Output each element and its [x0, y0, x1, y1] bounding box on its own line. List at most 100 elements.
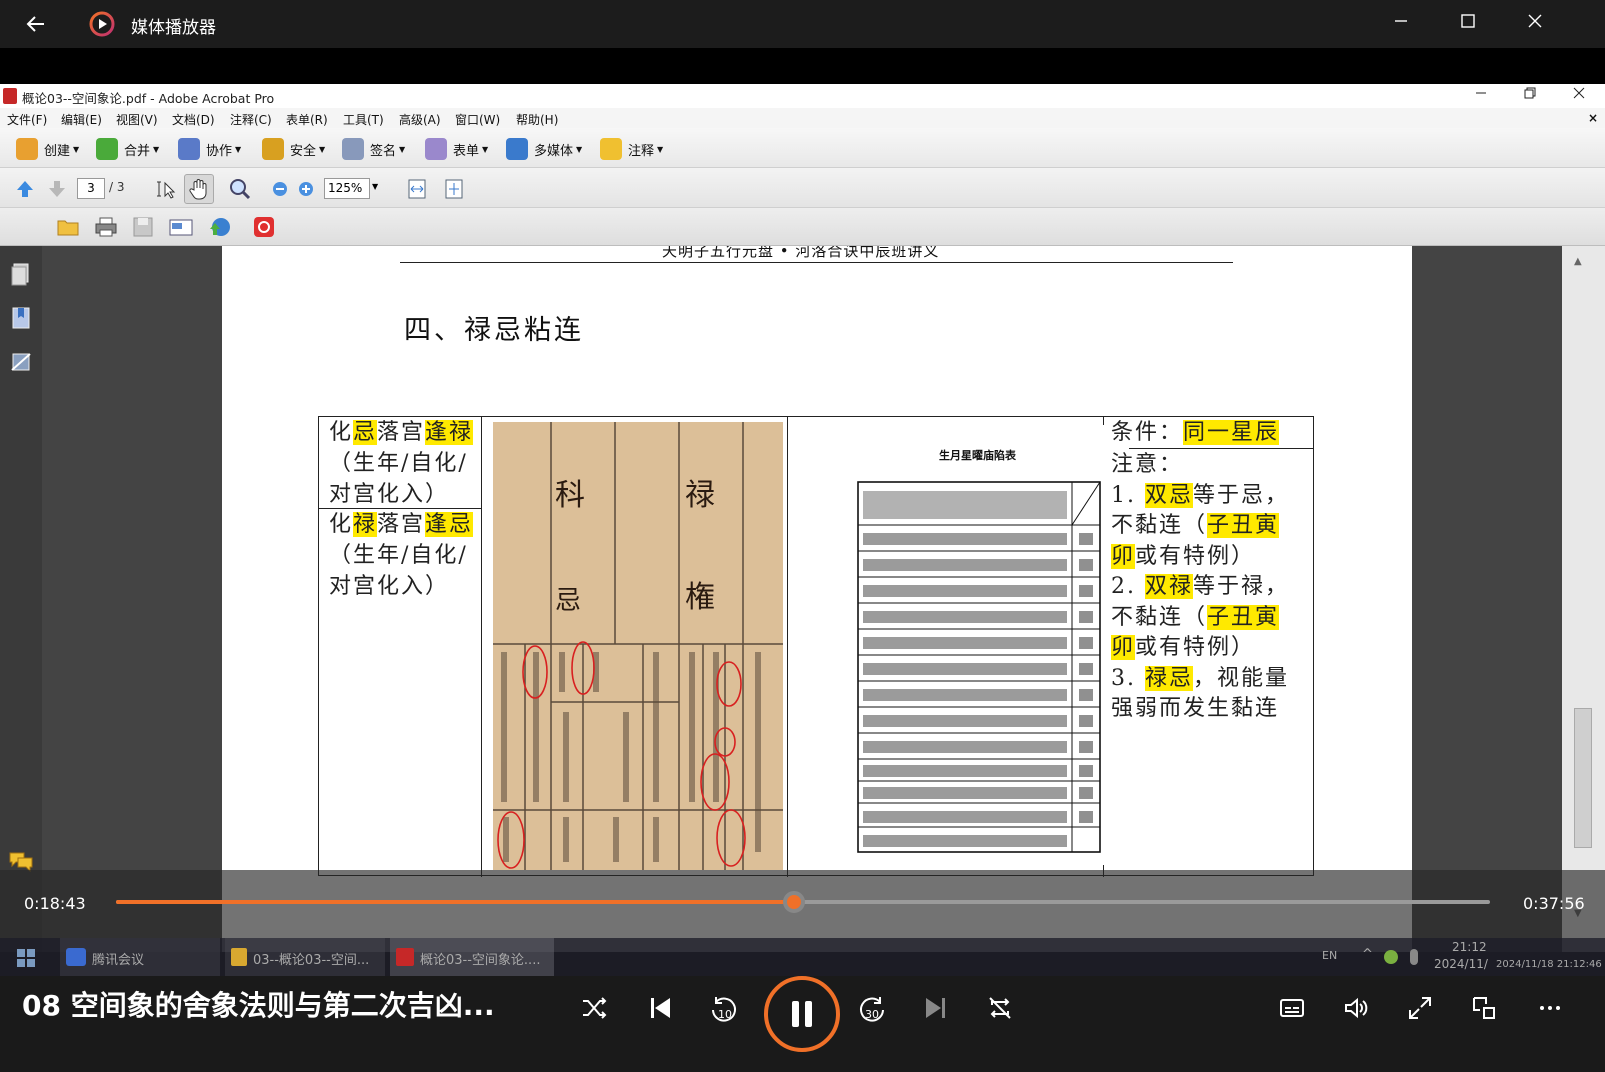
zoom-out-icon[interactable]	[272, 181, 288, 197]
fit-width-icon[interactable]	[407, 178, 427, 200]
create-button[interactable]: 创建 ▼	[16, 138, 79, 160]
save-icon[interactable]	[132, 216, 154, 238]
forms-button[interactable]: 表单 ▼	[425, 138, 488, 160]
taskbar-date: 2024/11/	[1434, 957, 1488, 971]
close-icon	[1573, 87, 1585, 99]
maximize-button[interactable]	[1451, 8, 1485, 40]
navigation-panel	[0, 246, 42, 952]
hand-icon	[189, 179, 207, 200]
tray-app-icon	[1384, 950, 1398, 964]
taskbar-item-folder: 03--概论03--空间...	[225, 938, 385, 976]
player-logo-icon	[89, 11, 115, 37]
combine-icon	[96, 138, 118, 160]
header-rule	[400, 262, 1233, 263]
player-controls: 0:18:43 0:37:56 腾讯会议 03--概论03--空间... 概论0…	[0, 870, 1605, 1072]
acrobat-window-title: 概论03--空间象论.pdf - Adobe Acrobat Pro	[22, 91, 275, 106]
scroll-up-icon[interactable]: ▲	[1574, 256, 1582, 267]
volume-icon	[1345, 997, 1368, 1019]
menu-edit[interactable]: 编辑(E)	[61, 111, 102, 128]
acrobat-restore-button[interactable]	[1520, 86, 1540, 106]
seek-bar[interactable]	[116, 891, 1490, 913]
minimize-icon	[1476, 92, 1486, 94]
fit-page-icon[interactable]	[444, 178, 464, 200]
more-options-button[interactable]	[1530, 994, 1570, 1034]
print-icon[interactable]	[94, 216, 118, 238]
zoom-dropdown-icon[interactable]: ▼	[372, 182, 378, 191]
svg-text:30: 30	[865, 1008, 879, 1021]
menu-tools[interactable]: 工具(T)	[343, 111, 384, 128]
cell-lu-meets-ji: 化禄落宫逢忌 （生年/自化/对宫化入）	[329, 512, 474, 599]
back-button[interactable]	[22, 10, 50, 38]
multimedia-button[interactable]: 多媒体 ▼	[506, 138, 582, 160]
combine-button[interactable]: 合并 ▼	[96, 138, 159, 160]
lock-icon	[262, 138, 284, 160]
menu-comment[interactable]: 注释(C)	[230, 111, 272, 128]
acrobat-close-button[interactable]	[1569, 86, 1589, 106]
navigation-toolbar: 3 / 3 125% ▼	[0, 168, 1605, 208]
skip-previous-icon	[651, 998, 670, 1018]
open-folder-icon[interactable]	[56, 216, 80, 238]
repeat-off-button[interactable]	[980, 994, 1020, 1034]
acrobat-menu-bar: 文件(F) 编辑(E) 视图(V) 文档(D) 注释(C) 表单(R) 工具(T…	[0, 108, 1605, 128]
cell-condition: 条件：同一星辰	[1111, 420, 1280, 445]
table2-grid	[857, 481, 1101, 853]
upload-globe-icon[interactable]	[206, 215, 232, 239]
bookmarks-panel-icon[interactable]	[10, 306, 32, 330]
share-app-icon[interactable]	[252, 215, 276, 239]
task-toolbar: 创建 ▼ 合并 ▼ 协作 ▼ 安全 ▼ 签名 ▼ 表单 ▼ 多媒体 ▼ 注释 ▼	[0, 128, 1605, 168]
acrobat-minimize-button[interactable]	[1471, 86, 1491, 106]
hand-tool-button[interactable]	[184, 174, 214, 204]
menu-document[interactable]: 文档(D)	[172, 111, 215, 128]
menu-view[interactable]: 视图(V)	[116, 111, 158, 128]
language-indicator: EN	[1322, 949, 1338, 962]
scan-label-ji: 忌	[555, 586, 582, 616]
menu-help[interactable]: 帮助(H)	[516, 111, 558, 128]
folder-icon	[231, 948, 247, 966]
volume-button[interactable]	[1336, 994, 1376, 1034]
previous-page-icon[interactable]	[14, 178, 36, 200]
collaborate-button[interactable]: 协作 ▼	[178, 138, 241, 160]
menu-forms[interactable]: 表单(R)	[286, 111, 328, 128]
minimize-button[interactable]	[1384, 8, 1418, 40]
next-page-icon[interactable]	[46, 178, 68, 200]
menu-advanced[interactable]: 高级(A)	[399, 111, 441, 128]
arrow-left-icon	[26, 16, 44, 32]
zoom-in-icon[interactable]	[298, 181, 314, 197]
comments-panel-icon[interactable]	[8, 850, 34, 872]
repeat-off-icon	[989, 997, 1011, 1019]
app-title: 媒体播放器	[131, 18, 216, 38]
close-document-icon[interactable]: ×	[1588, 111, 1598, 125]
content-table: 化忌落宫逢禄 （生年/自化/对宫化入） 化禄落宫逢忌 （生年/自化/对宫化入）	[318, 416, 1314, 877]
forward-30-button[interactable]: 30	[852, 994, 892, 1034]
fullscreen-button[interactable]	[1400, 994, 1440, 1034]
close-button[interactable]	[1518, 8, 1552, 40]
subtitles-icon	[1280, 999, 1304, 1017]
sign-button[interactable]: 签名 ▼	[342, 138, 405, 160]
pages-panel-icon[interactable]	[10, 262, 32, 286]
comment-button[interactable]: 注释 ▼	[600, 138, 663, 160]
page-number-input[interactable]: 3	[77, 178, 105, 199]
zoom-level-input[interactable]: 125%	[324, 178, 370, 199]
next-track-button[interactable]	[916, 994, 956, 1034]
shuffle-button[interactable]	[574, 994, 614, 1034]
pen-icon	[342, 138, 364, 160]
zoom-tool-icon[interactable]	[228, 177, 252, 201]
vertical-scrollbar[interactable]: ▲ ▼	[1562, 246, 1605, 952]
minimize-icon	[1395, 20, 1407, 22]
email-icon[interactable]	[168, 216, 194, 238]
signatures-panel-icon[interactable]	[10, 350, 32, 374]
seek-bar-thumb[interactable]	[783, 891, 806, 913]
file-toolbar	[0, 208, 1605, 246]
scrollbar-thumb[interactable]	[1574, 708, 1592, 848]
menu-file[interactable]: 文件(F)	[7, 111, 47, 128]
previous-track-button[interactable]	[640, 994, 680, 1034]
rewind-10-button[interactable]: 10	[704, 994, 744, 1034]
subtitles-button[interactable]	[1272, 994, 1312, 1034]
star-brightness-table-image: 生月星曜庙陷表	[829, 425, 1129, 865]
maximize-icon	[1461, 14, 1475, 28]
menu-window[interactable]: 窗口(W)	[455, 111, 500, 128]
pause-button[interactable]	[764, 976, 840, 1052]
secure-button[interactable]: 安全 ▼	[262, 138, 325, 160]
select-tool-icon[interactable]	[155, 178, 177, 200]
mini-player-button[interactable]	[1464, 994, 1504, 1034]
